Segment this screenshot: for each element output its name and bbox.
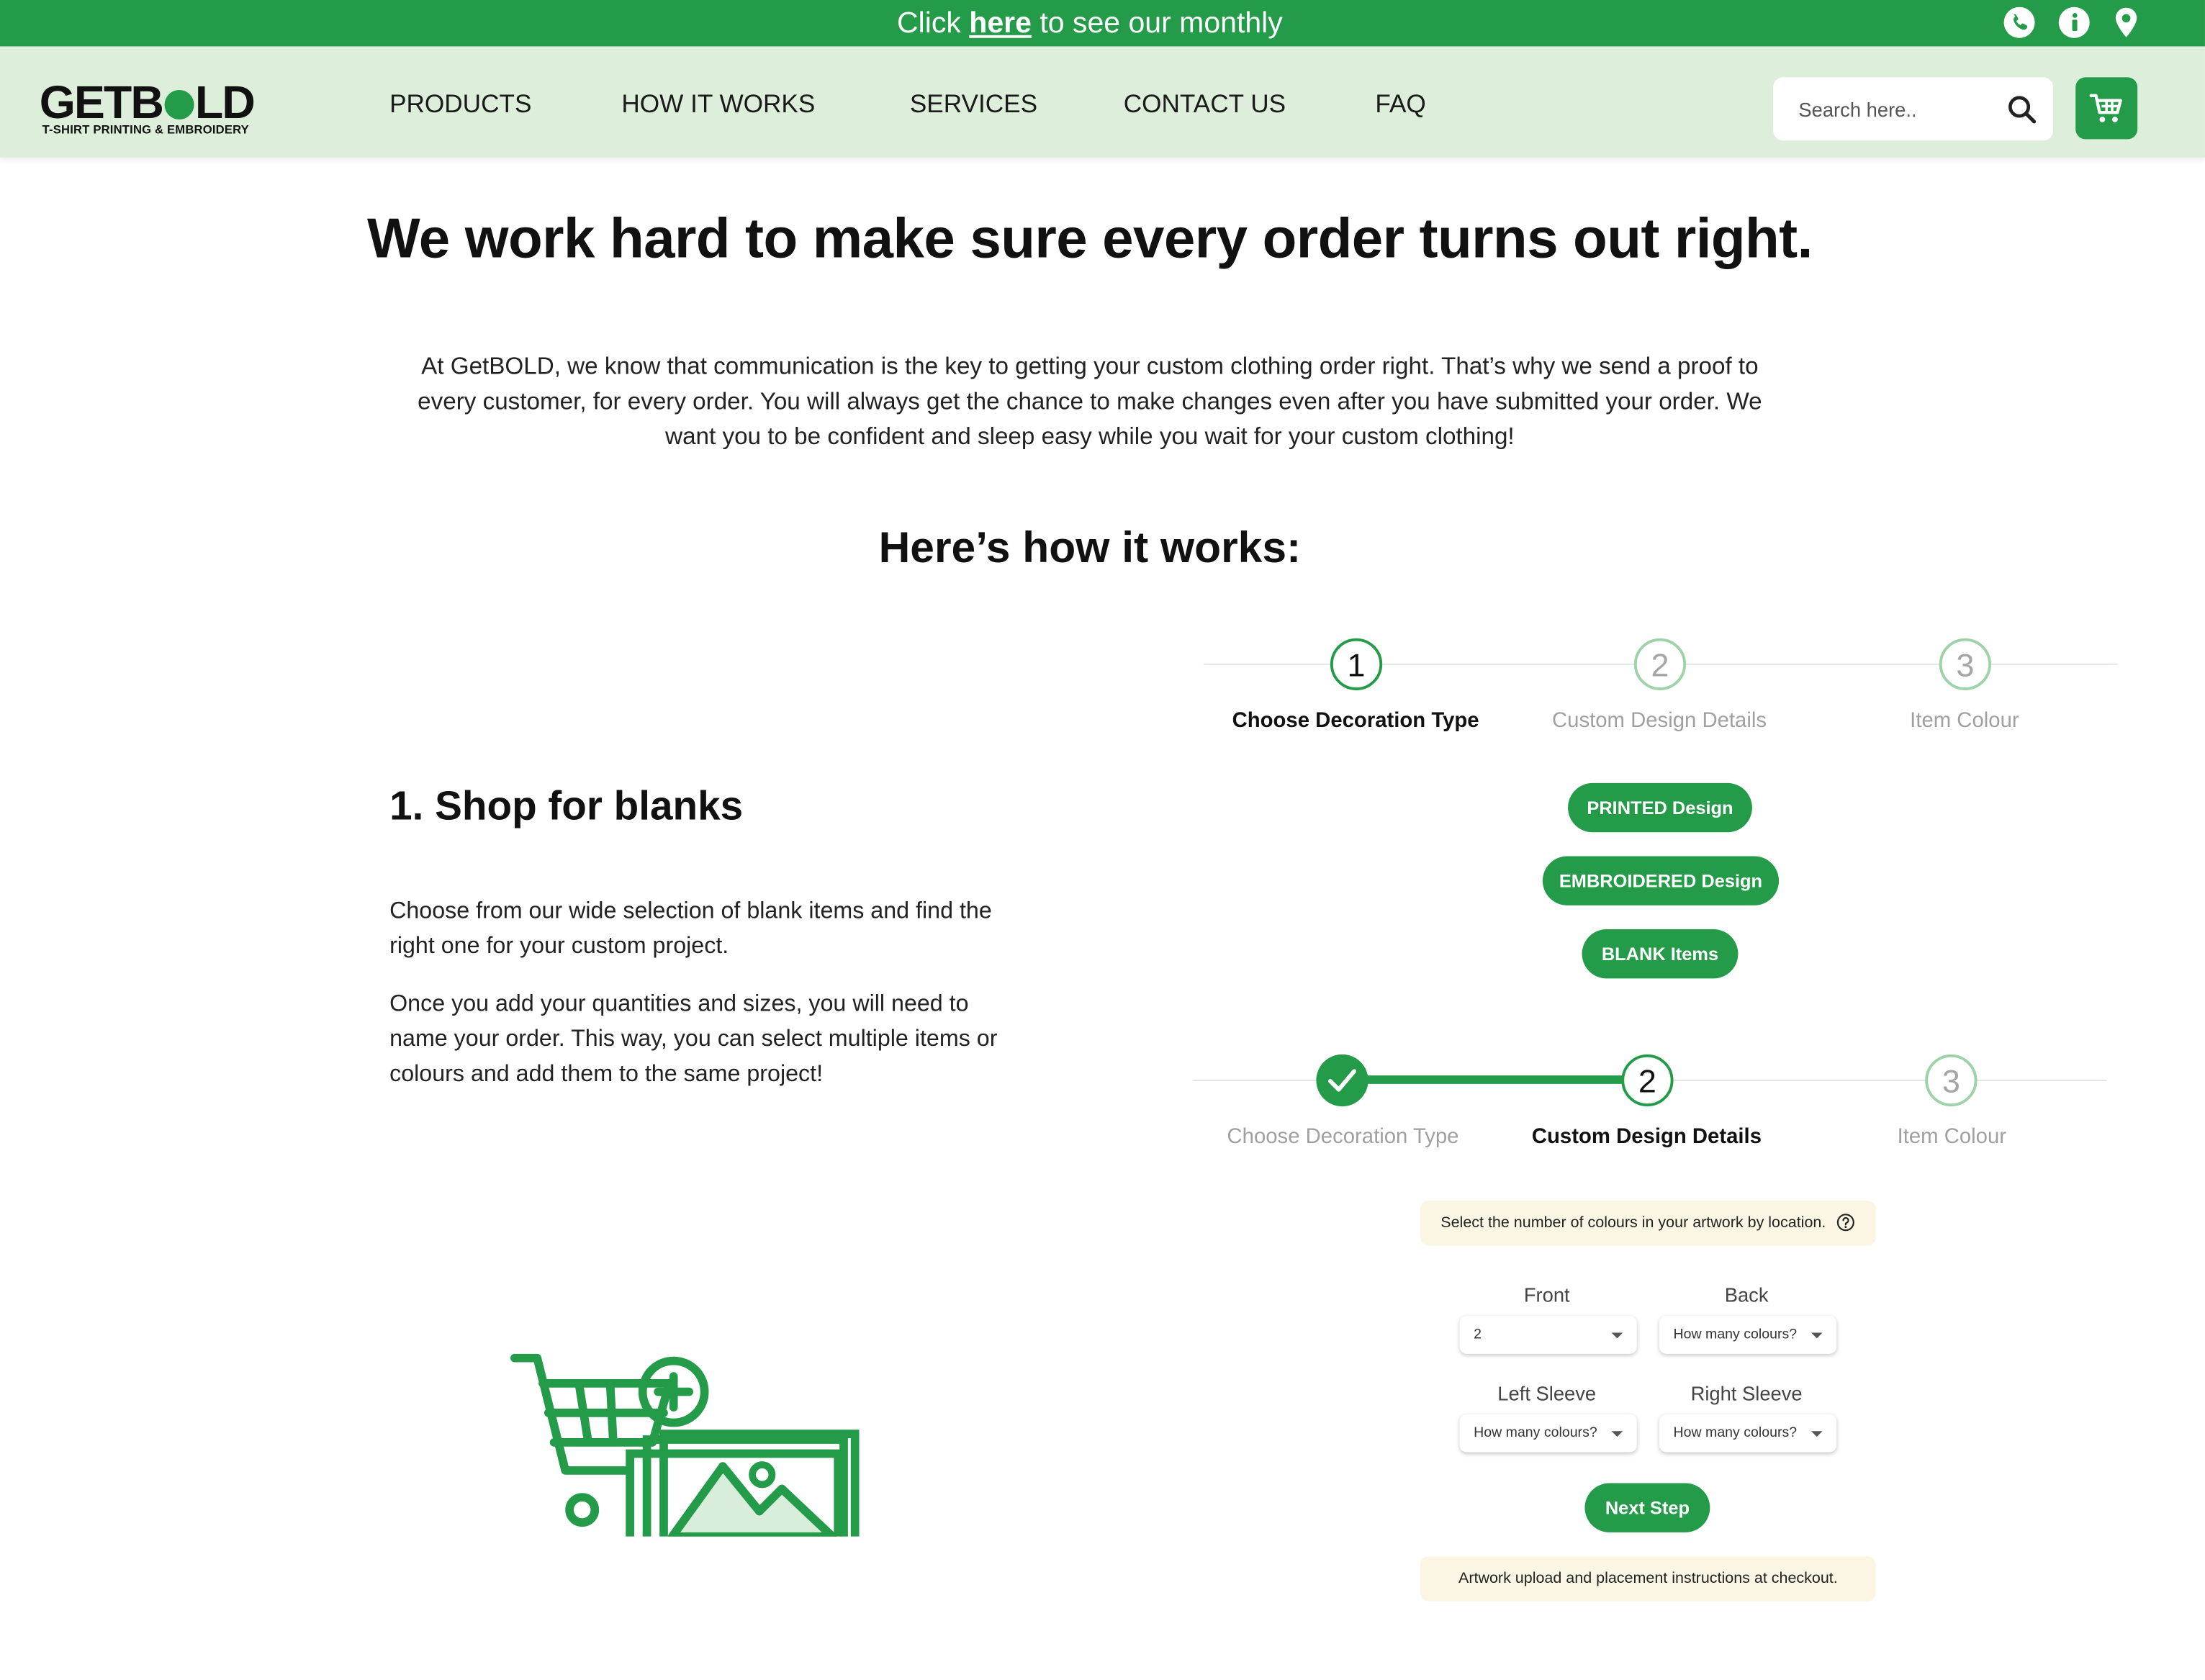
location-pin-icon[interactable] [2108, 4, 2145, 41]
logo-word-left: GETB [39, 76, 164, 128]
nav-products[interactable]: PRODUCTS [389, 90, 531, 119]
getbold-logo[interactable]: GETB LD [39, 76, 256, 128]
stepper-a-step-2-label: Custom Design Details [1552, 708, 1767, 733]
front-colours-select[interactable]: 2 [1459, 1316, 1637, 1354]
phone-icon[interactable] [2001, 4, 2038, 41]
printed-design-button[interactable]: PRINTED Design [1568, 782, 1752, 833]
shopping-cart-illustration-icon [510, 1353, 860, 1537]
promo-text-before: Click [896, 6, 961, 40]
nav-services[interactable]: SERVICES [910, 90, 1037, 119]
stepper-a-step-3-circle[interactable]: 3 [1939, 638, 1992, 690]
stepper-a-step-1-circle[interactable]: 1 [1330, 638, 1383, 690]
chevron-down-icon [1811, 1431, 1823, 1437]
cart-button[interactable] [2075, 77, 2138, 140]
nav-contact-us[interactable]: CONTACT US [1124, 90, 1286, 119]
right-sleeve-colours-value: How many colours? [1673, 1425, 1798, 1441]
colour-count-note-text: Select the number of colours in your art… [1440, 1214, 1826, 1232]
promo-text: Click here to see our monthly [0, 4, 2180, 44]
stepper-b-step-2-circle[interactable]: 2 [1621, 1054, 1674, 1107]
promo-text-after: to see our monthly [1040, 6, 1283, 40]
logo-tagline: T-SHIRT PRINTING & EMBROIDERY [42, 122, 249, 137]
logo-dot-icon [163, 89, 194, 120]
stepper-b-step-3-circle[interactable]: 3 [1925, 1054, 1978, 1107]
colour-count-note: Select the number of colours in your art… [1420, 1200, 1876, 1246]
nav-how-it-works[interactable]: HOW IT WORKS [621, 90, 815, 119]
search-input[interactable] [1798, 94, 1982, 125]
how-it-works-title: Here’s how it works: [878, 523, 1302, 572]
checkmark-icon [1327, 1069, 1357, 1092]
stepper-b-step-1-circle[interactable] [1316, 1054, 1368, 1107]
promo-bar: Click here to see our monthly [0, 0, 2205, 47]
step-1-paragraph-1: Choose from our wide selection of blank … [389, 898, 992, 959]
stepper-b-step-3-label: Item Colour [1897, 1124, 2007, 1149]
back-colours-select[interactable]: How many colours? [1659, 1316, 1837, 1354]
help-icon[interactable] [1837, 1214, 1855, 1232]
right-sleeve-label: Right Sleeve [1690, 1381, 1803, 1405]
promo-here-link[interactable]: here [969, 7, 1032, 40]
front-label: Front [1523, 1283, 1570, 1306]
stepper-a-step-2-circle[interactable]: 2 [1633, 638, 1687, 690]
hero-title: We work hard to make sure every order tu… [367, 208, 1813, 270]
info-icon[interactable] [2056, 4, 2093, 41]
shopping-cart-icon [2089, 94, 2122, 122]
right-sleeve-colours-select[interactable]: How many colours? [1659, 1414, 1837, 1453]
back-label: Back [1724, 1283, 1769, 1306]
blank-items-button[interactable]: BLANK Items [1582, 929, 1739, 979]
stepper-b-step-1-label: Choose Decoration Type [1227, 1124, 1459, 1149]
back-colours-value: How many colours? [1673, 1327, 1798, 1343]
artwork-note: Artwork upload and placement instruction… [1420, 1556, 1876, 1602]
search-icon[interactable] [2006, 93, 2039, 127]
logo-word-right: LD [194, 76, 256, 128]
left-sleeve-colours-select[interactable]: How many colours? [1459, 1414, 1637, 1453]
embroidered-design-button[interactable]: EMBROIDERED Design [1542, 856, 1780, 906]
left-sleeve-colours-value: How many colours? [1474, 1425, 1597, 1441]
chevron-down-icon [1611, 1431, 1623, 1437]
search-box [1773, 77, 2053, 141]
nav-faq[interactable]: FAQ [1375, 90, 1425, 119]
chevron-down-icon [1811, 1332, 1823, 1339]
stepper-a-step-3-label: Item Colour [1910, 708, 2019, 733]
front-colours-value: 2 [1474, 1327, 1482, 1343]
chevron-down-icon [1611, 1332, 1623, 1339]
stepper-b-progress-bar [1343, 1075, 1649, 1084]
intro-paragraph: At GetBOLD, we know that communication i… [418, 353, 1762, 450]
step-1-paragraph-2: Once you add your quantities and sizes, … [389, 990, 998, 1087]
next-step-button[interactable]: Next Step [1584, 1483, 1710, 1532]
left-sleeve-label: Left Sleeve [1497, 1381, 1597, 1405]
stepper-b-step-2-label: Custom Design Details [1531, 1124, 1762, 1149]
step-1-title: 1. Shop for blanks [389, 784, 744, 830]
stepper-a-step-1-label: Choose Decoration Type [1232, 708, 1479, 733]
